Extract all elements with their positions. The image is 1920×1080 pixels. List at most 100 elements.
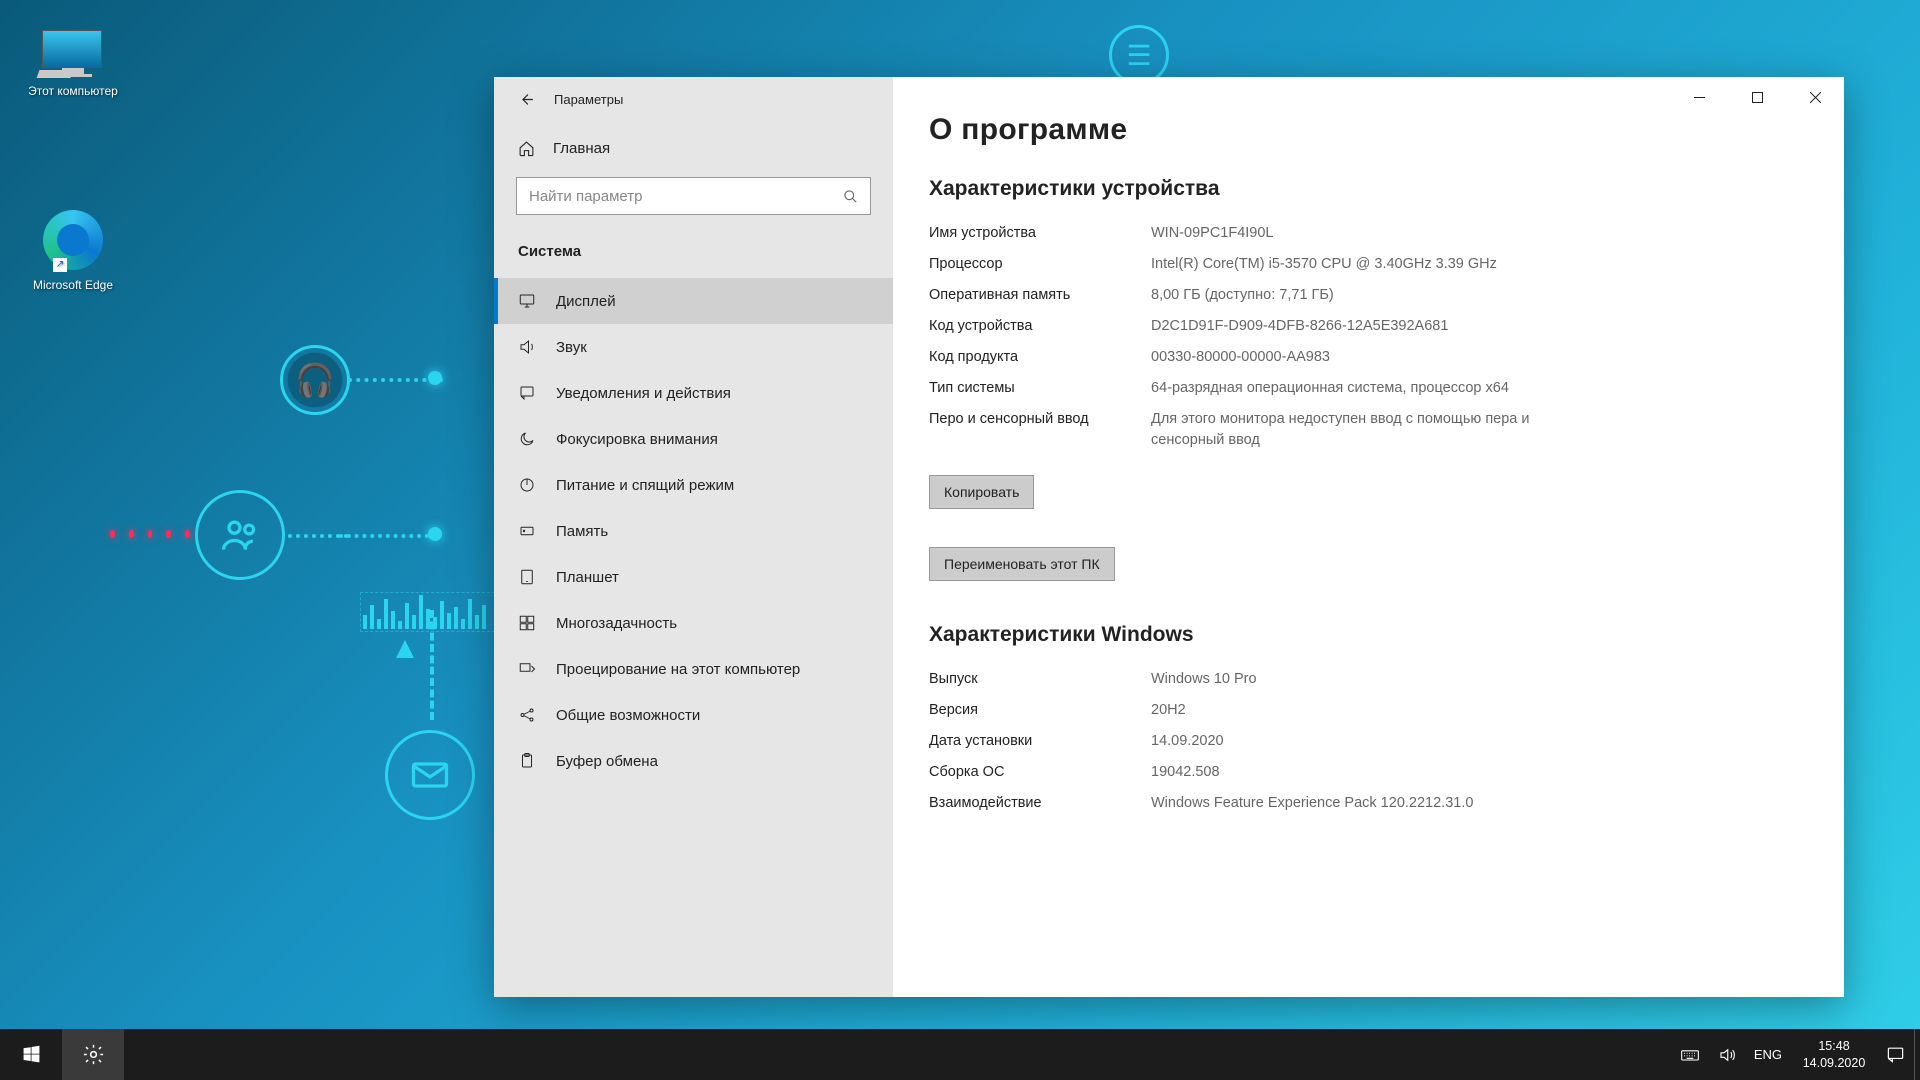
category-heading: Система [494,237,893,278]
clipboard-icon [518,752,536,770]
nav-item-label: Фокусировка внимания [556,431,718,448]
search-icon [843,189,858,204]
spec-value: 8,00 ГБ (доступно: 7,71 ГБ) [1151,285,1334,306]
spec-key: Имя устройства [929,223,1151,244]
action-center-icon [1886,1045,1905,1064]
volume-icon [1718,1046,1736,1064]
page-title: О программе [929,113,1804,147]
spec-value: 64-разрядная операционная система, проце… [1151,378,1509,399]
notification-icon [518,384,536,402]
nav-item-tablet[interactable]: Планшет [494,554,893,600]
deco-people-icon [195,490,285,580]
nav-item-label: Буфер обмена [556,753,658,770]
desktop[interactable]: ☰ 🎧 Этот компьютер ↗ Microsoft Edge Пара… [0,0,1920,1080]
device-spec-heading: Характеристики устройства [929,177,1804,201]
show-desktop-button[interactable] [1914,1029,1920,1080]
spec-row: Тип системы64-разрядная операционная сис… [929,378,1804,399]
gear-icon [82,1043,105,1066]
desktop-icon-this-pc[interactable]: Этот компьютер [23,30,123,98]
clock-date: 14.09.2020 [1803,1055,1866,1071]
tray-language[interactable]: ENG [1745,1029,1791,1080]
display-icon [518,292,536,310]
spec-row: Дата установки14.09.2020 [929,731,1804,752]
settings-main-panel: О программе Характеристики устройства Им… [893,77,1844,997]
tray-volume[interactable] [1709,1029,1745,1080]
keyboard-icon [1680,1045,1700,1065]
deco-node [428,371,442,385]
window-controls [1670,77,1844,117]
window-titlebar[interactable]: Параметры [494,77,893,122]
nav-item-label: Планшет [556,569,619,586]
spec-key: Сборка ОС [929,762,1151,783]
spec-key: Версия [929,700,1151,721]
computer-icon [42,30,104,78]
nav-item-display[interactable]: Дисплей [494,278,893,324]
spec-value: 19042.508 [1151,762,1220,783]
multitask-icon [518,614,536,632]
settings-sidebar: Параметры Главная Система Дисплей Звук У… [494,77,893,997]
tray-clock[interactable]: 15:48 14.09.2020 [1791,1029,1877,1080]
deco-equalizer [360,592,500,632]
spec-row: ВзаимодействиеWindows Feature Experience… [929,793,1804,814]
nav-item-label: Общие возможности [556,707,700,724]
tray-keyboard[interactable] [1671,1029,1709,1080]
deco-red-dots [110,530,190,538]
nav-item-label: Многозадачность [556,615,677,632]
nav-item-label: Дисплей [556,293,616,310]
spec-key: Выпуск [929,669,1151,690]
rename-pc-button[interactable]: Переименовать этот ПК [929,547,1115,581]
clock-time: 15:48 [1818,1038,1849,1054]
nav-item-multitasking[interactable]: Многозадачность [494,600,893,646]
spec-value: WIN-09PC1F4I90L [1151,223,1274,244]
spec-key: Код устройства [929,316,1151,337]
spec-row: Версия20H2 [929,700,1804,721]
system-tray: ENG 15:48 14.09.2020 [1671,1029,1920,1080]
nav-item-label: Звук [556,339,587,356]
nav-item-storage[interactable]: Память [494,508,893,554]
spec-value: 14.09.2020 [1151,731,1224,752]
nav-item-focus[interactable]: Фокусировка внимания [494,416,893,462]
deco-arrow-up [396,640,414,658]
tablet-icon [518,568,536,586]
nav-item-shared[interactable]: Общие возможности [494,692,893,738]
spec-row: Оперативная память8,00 ГБ (доступно: 7,7… [929,285,1804,306]
spec-key: Код продукта [929,347,1151,368]
spec-key: Перо и сенсорный ввод [929,409,1151,451]
start-button[interactable] [0,1029,62,1080]
deco-line [288,534,348,538]
copy-button[interactable]: Копировать [929,475,1034,509]
nav-list: Дисплей Звук Уведомления и действия Фоку… [494,278,893,997]
nav-item-projecting[interactable]: Проецирование на этот компьютер [494,646,893,692]
back-button[interactable] [510,84,542,116]
deco-list-icon: ☰ [1109,25,1169,85]
spec-row: Имя устройстваWIN-09PC1F4I90L [929,223,1804,244]
project-icon [518,660,536,678]
search-box[interactable] [516,177,871,215]
nav-item-clipboard[interactable]: Буфер обмена [494,738,893,784]
shortcut-overlay-icon: ↗ [53,258,67,272]
spec-value: D2C1D91F-D909-4DFB-8266-12A5E392A681 [1151,316,1448,337]
close-button[interactable] [1786,77,1844,117]
home-nav-button[interactable]: Главная [494,122,893,171]
spec-key: Взаимодействие [929,793,1151,814]
spec-row: ПроцессорIntel(R) Core(TM) i5-3570 CPU @… [929,254,1804,275]
nav-item-power[interactable]: Питание и спящий режим [494,462,893,508]
minimize-button[interactable] [1670,77,1728,117]
edge-icon: ↗ [43,210,103,270]
search-input[interactable] [529,188,843,205]
settings-window: Параметры Главная Система Дисплей Звук У… [494,77,1844,997]
tray-action-center[interactable] [1877,1029,1914,1080]
taskbar-app-settings[interactable] [62,1029,124,1080]
spec-row: Код продукта00330-80000-00000-AA983 [929,347,1804,368]
nav-item-notifications[interactable]: Уведомления и действия [494,370,893,416]
deco-headphones-icon: 🎧 [280,345,350,415]
taskbar[interactable]: ENG 15:48 14.09.2020 [0,1029,1920,1080]
maximize-button[interactable] [1728,77,1786,117]
language-label: ENG [1754,1047,1782,1062]
desktop-icon-edge[interactable]: ↗ Microsoft Edge [23,210,123,292]
spec-value: Windows Feature Experience Pack 120.2212… [1151,793,1473,814]
content-scroll[interactable]: О программе Характеристики устройства Им… [893,77,1844,997]
deco-mail-icon [385,730,475,820]
nav-item-sound[interactable]: Звук [494,324,893,370]
desktop-icon-label: Microsoft Edge [33,278,113,292]
